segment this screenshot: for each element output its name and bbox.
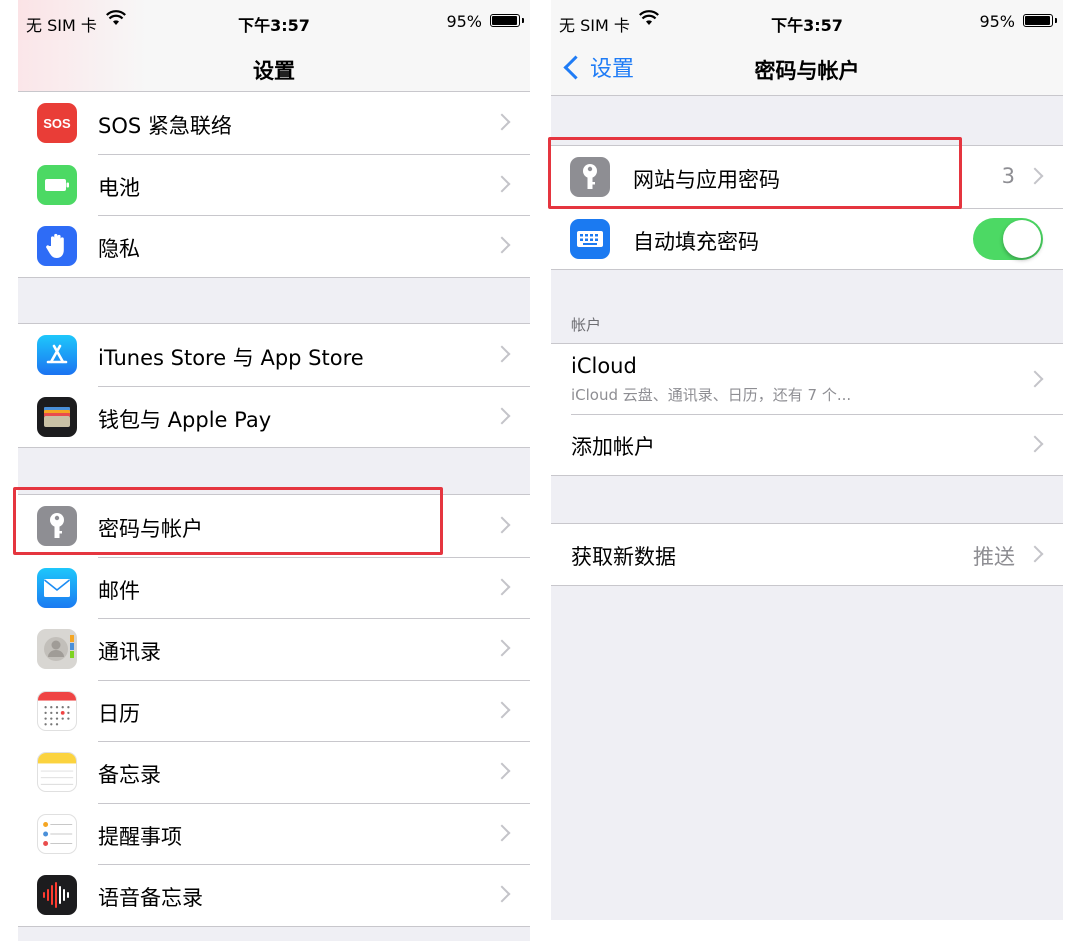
chevron-right-icon <box>493 175 511 192</box>
battery-percent: 95% <box>979 12 1015 31</box>
battery-indicator-icon <box>490 14 524 27</box>
chevron-right-icon <box>493 407 511 424</box>
settings-item-battery[interactable]: 电池 <box>18 153 530 216</box>
chevron-right-icon <box>493 824 511 841</box>
settings-item-privacy[interactable]: 隐私 <box>18 215 530 277</box>
settings-item-mail[interactable]: 邮件 <box>18 556 530 619</box>
chevron-right-icon <box>493 578 511 595</box>
settings-group-store: iTunes Store 与 App Store 钱包与 Apple Pay <box>18 323 530 448</box>
page-title: 密码与帐户 <box>754 59 860 83</box>
settings-item-label: SOS 紧急联络 <box>98 114 232 138</box>
settings-item-voice-memos[interactable]: 语音备忘录 <box>18 864 530 926</box>
account-name: iCloud <box>571 354 637 378</box>
battery-icon <box>37 164 77 205</box>
contacts-icon <box>37 629 77 669</box>
website-app-passwords-item[interactable]: 网站与应用密码 3 <box>551 146 1063 208</box>
chevron-right-icon <box>493 236 511 254</box>
settings-item-label: 电池 <box>98 175 140 200</box>
key-icon <box>37 506 77 546</box>
chevron-right-icon <box>1026 435 1044 453</box>
settings-item-notes[interactable]: 备忘录 <box>18 741 530 803</box>
autofill-passwords-item: 自动填充密码 <box>551 207 1063 270</box>
settings-item-calendar[interactable]: 日历 <box>18 679 530 742</box>
accounts-group: iCloud iCloud 云盘、通讯录、日历，还有 7 个... 添加帐户 <box>551 343 1063 476</box>
autofill-toggle[interactable] <box>973 217 1043 260</box>
chevron-right-icon <box>493 762 511 780</box>
key-icon <box>570 157 610 197</box>
accounts-section-header: 帐户 <box>571 316 602 334</box>
settings-item-passwords-accounts[interactable]: 密码与帐户 <box>18 495 530 557</box>
settings-item-reminders[interactable]: 提醒事项 <box>18 802 530 865</box>
settings-item-label: 日历 <box>98 701 140 726</box>
chevron-right-icon <box>493 639 511 657</box>
settings-item-sos[interactable]: SOS SOS 紧急联络 <box>18 92 530 154</box>
settings-item-wallet[interactable]: 钱包与 Apple Pay <box>18 385 530 448</box>
passwords-group: 网站与应用密码 3 自动填充密码 <box>551 145 1063 270</box>
settings-item-label: 密码与帐户 <box>98 517 203 541</box>
settings-item-label: 通讯录 <box>98 640 161 664</box>
nav-bar: 设置 密码与帐户 <box>551 40 1063 96</box>
settings-item-label: 语音备忘录 <box>98 886 203 910</box>
settings-item-label: 邮件 <box>98 578 140 603</box>
app-store-icon <box>37 335 77 375</box>
voice-memos-icon <box>37 875 77 915</box>
settings-item-label: 隐私 <box>98 237 140 261</box>
chevron-right-icon <box>1026 370 1044 388</box>
settings-screen: 无 SIM 卡 下午3:57 95% 设置 SOS SOS 紧急联络 电池 隐私… <box>18 0 530 941</box>
mail-icon <box>37 567 77 608</box>
status-bar: 无 SIM 卡 下午3:57 95% <box>551 0 1063 40</box>
notes-icon <box>37 752 77 792</box>
settings-item-label: 提醒事项 <box>98 824 182 849</box>
settings-item-label: iTunes Store 与 App Store <box>98 346 364 370</box>
fetch-new-data-item[interactable]: 获取新数据 推送 <box>551 524 1063 585</box>
add-account-item[interactable]: 添加帐户 <box>551 414 1063 475</box>
page-title: 设置 <box>253 59 295 83</box>
account-services: iCloud 云盘、通讯录、日历，还有 7 个... <box>571 386 852 404</box>
chevron-right-icon <box>493 701 511 718</box>
settings-group-accounts: 密码与帐户 邮件 通讯录 日历 备忘录 提醒事项 语音备忘录 <box>18 494 530 927</box>
chevron-right-icon <box>493 516 511 534</box>
fetch-group: 获取新数据 推送 <box>551 523 1063 586</box>
password-count: 3 <box>1001 164 1015 188</box>
wallet-icon <box>37 396 77 437</box>
chevron-right-icon <box>493 345 511 363</box>
hand-icon <box>37 226 77 266</box>
calendar-icon <box>37 690 77 731</box>
chevron-right-icon <box>493 885 511 903</box>
add-account-label: 添加帐户 <box>571 435 655 459</box>
nav-bar: 设置 <box>18 40 530 96</box>
settings-item-app-store[interactable]: iTunes Store 与 App Store <box>18 324 530 386</box>
icloud-account-item[interactable]: iCloud iCloud 云盘、通讯录、日历，还有 7 个... <box>551 344 1063 414</box>
chevron-right-icon <box>1026 167 1044 185</box>
reminders-icon <box>37 813 77 854</box>
chevron-right-icon <box>493 113 511 131</box>
keyboard-icon <box>570 218 610 259</box>
settings-item-label: 自动填充密码 <box>633 229 759 254</box>
battery-indicator-icon <box>1023 14 1057 27</box>
settings-item-label: 备忘录 <box>98 763 161 787</box>
settings-group-system: SOS SOS 紧急联络 电池 隐私 <box>18 91 530 278</box>
sos-icon: SOS <box>37 103 77 143</box>
chevron-right-icon <box>1026 545 1044 563</box>
settings-item-label: 钱包与 Apple Pay <box>98 407 272 432</box>
status-bar: 无 SIM 卡 下午3:57 95% <box>18 0 530 40</box>
settings-item-contacts[interactable]: 通讯录 <box>18 618 530 680</box>
settings-item-label: 网站与应用密码 <box>633 168 780 192</box>
fetch-mode-value: 推送 <box>973 545 1015 569</box>
battery-percent: 95% <box>446 12 482 31</box>
fetch-new-data-label: 获取新数据 <box>571 545 676 569</box>
passwords-accounts-screen: 无 SIM 卡 下午3:57 95% 设置 密码与帐户 网站与应用密码 3 自动… <box>551 0 1063 920</box>
